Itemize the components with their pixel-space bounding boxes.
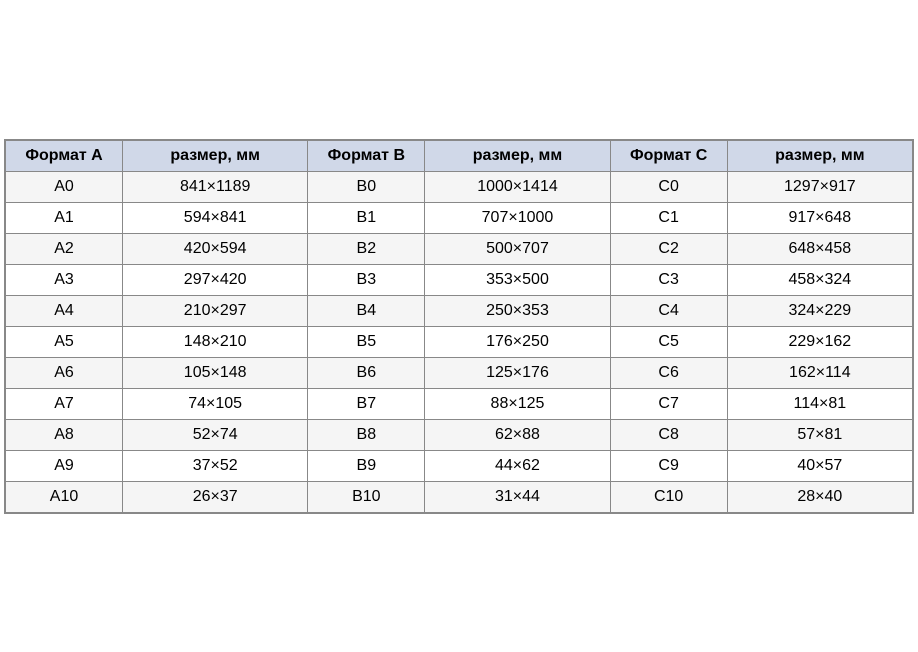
cell-format-a: A8: [6, 419, 123, 450]
cell-size-a: 26×37: [123, 481, 308, 512]
cell-size-a: 148×210: [123, 326, 308, 357]
table-header-row: Формат A размер, мм Формат B размер, мм …: [6, 140, 913, 171]
cell-format-a: A9: [6, 450, 123, 481]
cell-format-b: B0: [308, 171, 425, 202]
cell-format-a: A6: [6, 357, 123, 388]
cell-format-b: B10: [308, 481, 425, 512]
cell-format-a: A4: [6, 295, 123, 326]
cell-format-c: C3: [610, 264, 727, 295]
cell-size-b: 125×176: [425, 357, 610, 388]
cell-format-a: A0: [6, 171, 123, 202]
cell-format-b: B9: [308, 450, 425, 481]
cell-format-c: C6: [610, 357, 727, 388]
cell-format-c: C10: [610, 481, 727, 512]
cell-size-b: 353×500: [425, 264, 610, 295]
table-row: A6105×148B6125×176C6162×114: [6, 357, 913, 388]
cell-format-b: B7: [308, 388, 425, 419]
header-format-a: Формат A: [6, 140, 123, 171]
cell-size-a: 105×148: [123, 357, 308, 388]
cell-size-a: 52×74: [123, 419, 308, 450]
cell-size-a: 210×297: [123, 295, 308, 326]
table-row: A3297×420B3353×500C3458×324: [6, 264, 913, 295]
cell-size-b: 176×250: [425, 326, 610, 357]
header-size-a: размер, мм: [123, 140, 308, 171]
cell-size-b: 88×125: [425, 388, 610, 419]
cell-size-c: 1297×917: [727, 171, 912, 202]
cell-size-b: 707×1000: [425, 202, 610, 233]
cell-size-c: 162×114: [727, 357, 912, 388]
table-row: A852×74B862×88C857×81: [6, 419, 913, 450]
cell-format-c: C7: [610, 388, 727, 419]
paper-formats-table: Формат A размер, мм Формат B размер, мм …: [4, 139, 914, 514]
cell-size-a: 594×841: [123, 202, 308, 233]
cell-size-c: 229×162: [727, 326, 912, 357]
cell-format-b: B4: [308, 295, 425, 326]
cell-size-c: 57×81: [727, 419, 912, 450]
cell-size-b: 31×44: [425, 481, 610, 512]
cell-format-c: C9: [610, 450, 727, 481]
cell-format-b: B6: [308, 357, 425, 388]
cell-format-b: B8: [308, 419, 425, 450]
cell-size-c: 648×458: [727, 233, 912, 264]
cell-size-b: 500×707: [425, 233, 610, 264]
cell-format-a: A5: [6, 326, 123, 357]
table-row: A2420×594B2500×707C2648×458: [6, 233, 913, 264]
table-row: A1026×37B1031×44C1028×40: [6, 481, 913, 512]
cell-format-b: B1: [308, 202, 425, 233]
cell-format-a: A1: [6, 202, 123, 233]
cell-format-c: C5: [610, 326, 727, 357]
cell-size-b: 1000×1414: [425, 171, 610, 202]
cell-format-c: C2: [610, 233, 727, 264]
cell-format-a: A7: [6, 388, 123, 419]
header-size-c: размер, мм: [727, 140, 912, 171]
cell-format-b: B5: [308, 326, 425, 357]
header-format-b: Формат B: [308, 140, 425, 171]
cell-format-c: C1: [610, 202, 727, 233]
cell-size-a: 841×1189: [123, 171, 308, 202]
cell-format-c: C4: [610, 295, 727, 326]
cell-format-b: B3: [308, 264, 425, 295]
cell-size-c: 458×324: [727, 264, 912, 295]
table-row: A937×52B944×62C940×57: [6, 450, 913, 481]
cell-size-c: 40×57: [727, 450, 912, 481]
table-row: A4210×297B4250×353C4324×229: [6, 295, 913, 326]
table-row: A5148×210B5176×250C5229×162: [6, 326, 913, 357]
cell-size-c: 917×648: [727, 202, 912, 233]
cell-format-a: A2: [6, 233, 123, 264]
table-row: A774×105B788×125C7114×81: [6, 388, 913, 419]
cell-size-b: 250×353: [425, 295, 610, 326]
cell-size-b: 44×62: [425, 450, 610, 481]
cell-format-c: C8: [610, 419, 727, 450]
cell-format-b: B2: [308, 233, 425, 264]
table-row: A0841×1189B01000×1414C01297×917: [6, 171, 913, 202]
cell-format-c: C0: [610, 171, 727, 202]
cell-size-a: 420×594: [123, 233, 308, 264]
cell-size-c: 114×81: [727, 388, 912, 419]
header-format-c: Формат C: [610, 140, 727, 171]
header-size-b: размер, мм: [425, 140, 610, 171]
cell-format-a: A10: [6, 481, 123, 512]
cell-format-a: A3: [6, 264, 123, 295]
cell-size-a: 37×52: [123, 450, 308, 481]
cell-size-a: 297×420: [123, 264, 308, 295]
cell-size-c: 28×40: [727, 481, 912, 512]
table-row: A1594×841B1707×1000C1917×648: [6, 202, 913, 233]
cell-size-c: 324×229: [727, 295, 912, 326]
cell-size-a: 74×105: [123, 388, 308, 419]
cell-size-b: 62×88: [425, 419, 610, 450]
